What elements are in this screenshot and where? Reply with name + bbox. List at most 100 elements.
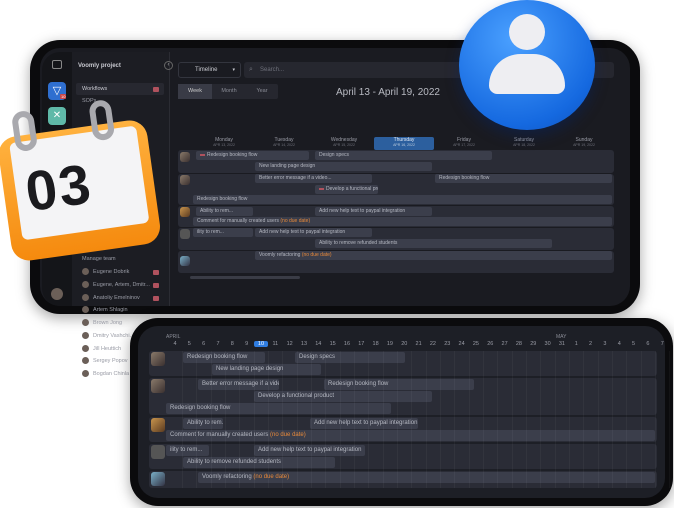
day-date: APR 17, 2022 (453, 143, 475, 147)
grid-line (239, 351, 241, 488)
grid-line (339, 351, 341, 488)
day-label: 26 (487, 341, 494, 347)
task-bar[interactable]: Ability to remove refunded students (183, 457, 335, 468)
grid-line (425, 351, 427, 488)
day-date: APR 18, 2022 (513, 143, 535, 147)
task-bar[interactable]: Redesign booking flow (193, 195, 612, 204)
day-label: 24 (458, 341, 465, 347)
flag-icon (153, 87, 159, 92)
member-item[interactable]: Dmitry Vashchi... (82, 332, 134, 339)
avatar (151, 352, 165, 366)
day-label: 4 (173, 341, 177, 347)
grid-line (583, 351, 585, 488)
grid-line (196, 351, 198, 488)
grid-line (368, 351, 370, 488)
flag-icon (153, 296, 159, 301)
task-bar[interactable]: Add new help text to paypal integration (255, 228, 372, 237)
member-item[interactable]: Anatoliy Emelninov (82, 294, 140, 301)
day-label: 7 (660, 341, 664, 347)
month-label: MAY (556, 334, 567, 340)
grid-line (554, 351, 556, 488)
grid-line (210, 351, 212, 488)
day-label-today: 10 (253, 341, 268, 347)
grid-line (669, 351, 671, 488)
flag-icon (319, 187, 324, 190)
search-icon: ⌕ (249, 66, 253, 73)
day-label: 31 (558, 341, 565, 347)
day-label: 22 (429, 341, 436, 347)
home-icon[interactable] (52, 60, 62, 69)
member-item[interactable]: Bogdan Chinla (82, 370, 129, 377)
day-label: 23 (444, 341, 451, 347)
grid-line (411, 351, 413, 488)
task-bar[interactable]: Develop a functional product (254, 391, 432, 402)
grid-line (597, 351, 599, 488)
day-label: 12 (286, 341, 293, 347)
chevron-down-icon: ▾ (232, 67, 235, 73)
day-label: 5 (187, 341, 191, 347)
avatar (180, 152, 190, 162)
day-label: 16 (343, 341, 351, 347)
calendar-number: 03 (21, 151, 97, 224)
date-range-title: April 13 - April 19, 2022 (336, 87, 440, 98)
avatar[interactable] (51, 288, 63, 300)
member-item[interactable]: Brown Jong (82, 319, 122, 326)
day-label: 6 (202, 341, 206, 347)
task-bar[interactable]: Redesign booking flow (324, 379, 474, 390)
grid-line (325, 351, 327, 488)
grid-line (454, 351, 456, 488)
week-header: Monday APR 13, 2022 Tuesday APR 14, 2022 W… (194, 137, 614, 150)
avatar (180, 207, 190, 217)
member-item[interactable]: Eugene Dobrik (82, 268, 129, 275)
day-label: 4 (617, 341, 621, 347)
day-label: 3 (603, 341, 607, 347)
task-bar[interactable]: New landing page design (255, 162, 432, 171)
grid-line (611, 351, 613, 488)
view-tabs: Week Month Year (178, 84, 278, 99)
day-label: 1 (574, 341, 578, 347)
day-label: 20 (401, 341, 408, 347)
task-bar[interactable]: Redesign booking flow (435, 174, 612, 183)
day-label: 5 (632, 341, 636, 347)
day-label: 7 (216, 341, 220, 347)
grid-line (282, 351, 284, 488)
task-bar[interactable]: Comment for manually created users (no d… (193, 217, 612, 226)
grid-line (296, 351, 298, 488)
grid-line (626, 351, 628, 488)
task-bar[interactable]: Add new help text to paypal integration (315, 207, 432, 216)
day-label: 15 (329, 341, 336, 347)
task-bar[interactable]: Add new help text to paypal integration (254, 445, 365, 456)
task-bar[interactable]: Ability to remove refunded students (315, 239, 552, 248)
member-item[interactable]: Artem Shlagin (82, 306, 128, 313)
day-label: 30 (544, 341, 551, 347)
tab-year[interactable]: Year (246, 84, 278, 99)
day-label: 11 (272, 341, 279, 347)
tab-month[interactable]: Month (212, 84, 246, 99)
day-label: 19 (386, 341, 393, 347)
task-bar[interactable]: ility to rem... (166, 445, 209, 456)
horizontal-scrollbar[interactable] (190, 276, 300, 279)
task-bar[interactable]: Redesign booking flow (196, 151, 309, 160)
task-bar[interactable]: Ability to rem... (183, 418, 223, 429)
member-item[interactable]: Sergey Popov (82, 357, 128, 364)
task-bar[interactable]: Ability to rem... (196, 207, 253, 216)
task-bar[interactable]: Develop a functional product (315, 185, 378, 194)
task-bar[interactable]: ility to rem... (193, 228, 253, 237)
day-label: 6 (646, 341, 650, 347)
member-item[interactable]: Eugene, Artem, Dmitr... (82, 281, 150, 288)
grid-line (182, 351, 183, 488)
collapse-sidebar-button[interactable]: ‹ (164, 61, 173, 70)
task-bar[interactable]: Better error message if a video... (255, 174, 372, 183)
task-bar[interactable]: Redesign booking flow (166, 403, 391, 414)
flag-icon (153, 283, 159, 288)
view-select[interactable]: Timeline ▾ (178, 62, 241, 78)
day-label: 2 (589, 341, 593, 347)
day-date: APR 19, 2022 (573, 143, 595, 147)
view-select-label: Timeline (195, 67, 218, 73)
tab-week[interactable]: Week (178, 84, 212, 99)
task-bar[interactable]: Design specs (315, 151, 492, 160)
grid-line (253, 351, 255, 488)
task-bar[interactable]: New landing page design (212, 364, 321, 375)
grid-line (396, 351, 398, 488)
task-bar[interactable]: Voomly refactoring (no due date) (255, 251, 612, 260)
